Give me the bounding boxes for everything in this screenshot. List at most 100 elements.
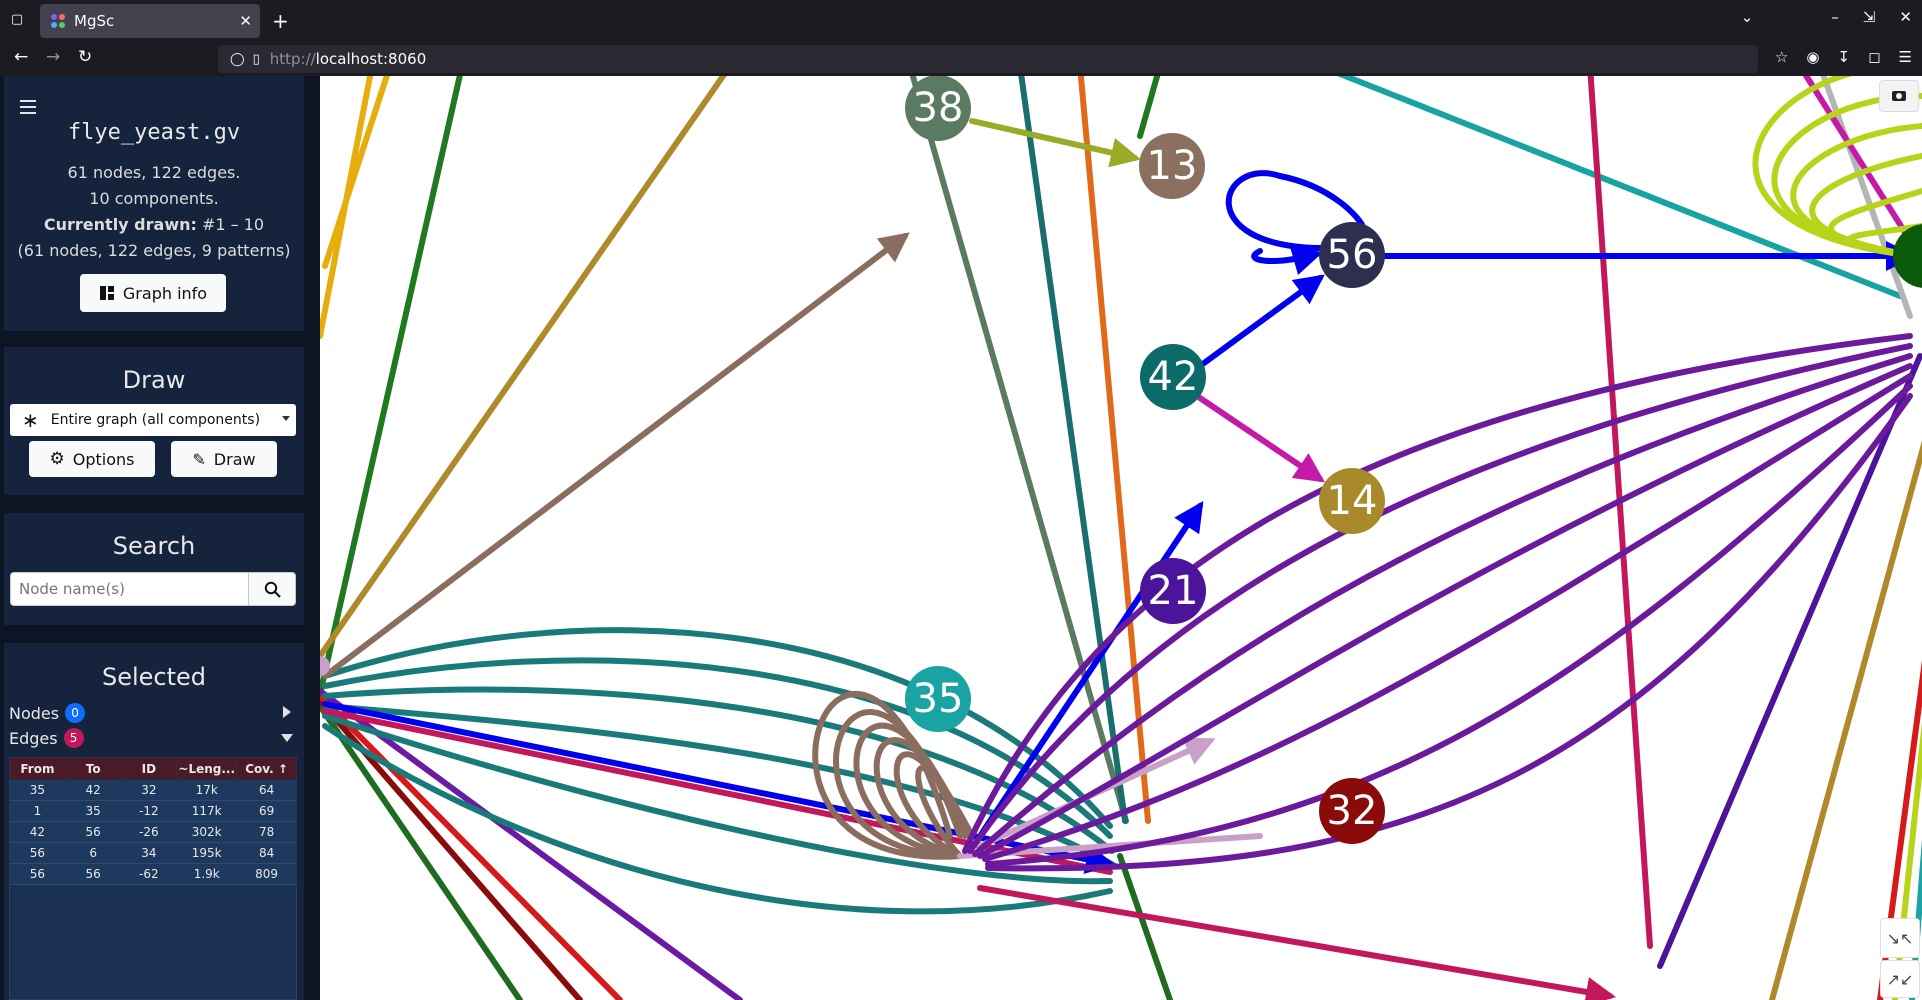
graph-edge[interactable] bbox=[320, 76, 730, 659]
camera-button[interactable] bbox=[1879, 80, 1919, 112]
graph-edge[interactable] bbox=[322, 76, 390, 269]
bookmark-star-icon[interactable]: ☆ bbox=[1775, 48, 1788, 66]
graph-edge-selected[interactable] bbox=[1197, 274, 1325, 369]
graph-canvas[interactable]: 38 13 56 42 14 21 35 32 bbox=[320, 76, 1922, 1000]
page-icon[interactable]: ▯ bbox=[253, 52, 260, 67]
graph-node[interactable]: 38 bbox=[905, 76, 971, 141]
extensions-icon[interactable]: ◻ bbox=[1868, 48, 1880, 66]
cell-to: 56 bbox=[65, 863, 122, 885]
graph-node[interactable]: 14 bbox=[1319, 468, 1385, 534]
back-icon[interactable]: ← bbox=[14, 47, 28, 67]
graph-node[interactable]: 56 bbox=[1319, 222, 1385, 288]
options-button-label: Options bbox=[72, 449, 135, 469]
options-button[interactable]: ⚙ Options bbox=[29, 441, 155, 477]
draw-button[interactable]: ✎ Draw bbox=[171, 441, 277, 477]
graph-stats: 61 nodes, 122 edges. bbox=[67, 163, 241, 182]
graph-node[interactable]: 13 bbox=[1139, 133, 1205, 199]
screenshot-icon[interactable]: ◉ bbox=[1806, 48, 1819, 66]
window-controls: ⌄ – ⇲ ✕ bbox=[1741, 8, 1912, 26]
minimize-icon[interactable]: – bbox=[1831, 8, 1839, 26]
search-button[interactable] bbox=[248, 572, 296, 606]
currently-drawn-label: Currently drawn: bbox=[43, 215, 197, 234]
chevron-down-icon[interactable]: ⌄ bbox=[1741, 8, 1754, 26]
table-row[interactable]: 1 35 -12 117k 69 bbox=[9, 800, 297, 822]
nav-bar: ← → ↻ ◯ ▯ http:// localhost:8060 ☆ ◉ ↧ ◻ … bbox=[0, 41, 1922, 76]
col-header-id[interactable]: ID bbox=[120, 757, 178, 780]
reload-icon[interactable]: ↻ bbox=[78, 47, 92, 67]
graph-edge[interactable] bbox=[969, 118, 1141, 168]
cell-coverage: 64 bbox=[236, 779, 297, 801]
table-row[interactable]: 56 6 34 195k 84 bbox=[9, 842, 297, 864]
shield-icon[interactable]: ◯ bbox=[230, 52, 245, 67]
collapse-edges-icon[interactable] bbox=[281, 734, 293, 742]
selected-nodes-count: 0 bbox=[65, 703, 86, 723]
cell-coverage: 69 bbox=[236, 800, 297, 822]
graph-edge[interactable] bbox=[320, 76, 463, 716]
browser-tab[interactable]: MgSc ✕ bbox=[40, 4, 260, 38]
table-row[interactable]: 42 56 -26 302k 78 bbox=[9, 821, 297, 843]
node-label: 21 bbox=[1148, 568, 1199, 614]
node-label: 35 bbox=[913, 676, 964, 722]
graph-edge[interactable] bbox=[985, 393, 1913, 872]
table-header-row: From To ID ~Leng... Cov. ↑ bbox=[9, 757, 297, 780]
tab-list-icon[interactable]: ▢ bbox=[8, 12, 26, 30]
graph-edge[interactable] bbox=[1018, 76, 1128, 824]
cell-from: 1 bbox=[9, 800, 66, 822]
currently-drawn: Currently drawn: #1 – 10 bbox=[4, 215, 304, 234]
graph-node[interactable]: 35 bbox=[905, 666, 971, 732]
hamburger-menu-icon[interactable] bbox=[20, 100, 36, 114]
cell-to: 56 bbox=[65, 821, 122, 843]
url-bar[interactable]: ◯ ▯ http:// localhost:8060 bbox=[218, 45, 1758, 73]
graph-edge[interactable] bbox=[1137, 76, 1161, 139]
node-label: 56 bbox=[1327, 232, 1378, 278]
forward-icon[interactable]: → bbox=[46, 47, 60, 67]
currently-drawn-value: #1 – 10 bbox=[201, 215, 265, 234]
col-header-from[interactable]: From bbox=[9, 757, 66, 780]
selected-nodes-row[interactable]: Nodes 0 bbox=[9, 703, 86, 723]
tab-bar: ▢ MgSc ✕ + ⌄ – ⇲ ✕ bbox=[0, 0, 1922, 41]
graph-node[interactable]: 21 bbox=[1140, 558, 1206, 624]
cell-from: 56 bbox=[9, 863, 66, 885]
node-label: 14 bbox=[1327, 478, 1378, 524]
cell-to: 6 bbox=[65, 842, 122, 864]
table-row[interactable]: 35 42 32 17k 64 bbox=[9, 779, 297, 801]
graph-edge[interactable] bbox=[1877, 396, 1922, 1000]
graph-edge[interactable] bbox=[1117, 853, 1173, 1000]
download-icon[interactable]: ↧ bbox=[1838, 48, 1851, 66]
select-caret-icon bbox=[282, 416, 290, 421]
cell-length: 1.9k bbox=[176, 863, 237, 885]
selected-edges-table: From To ID ~Leng... Cov. ↑ 35 42 32 17k … bbox=[9, 757, 297, 885]
col-header-coverage[interactable]: Cov. ↑ bbox=[236, 757, 297, 780]
url-protocol: http:// bbox=[269, 50, 316, 68]
graph-edge[interactable] bbox=[977, 885, 1616, 1000]
selected-edges-row[interactable]: Edges 5 bbox=[9, 728, 84, 748]
menu-icon[interactable]: ☰ bbox=[1899, 48, 1912, 66]
cell-from: 56 bbox=[9, 842, 66, 864]
graph-edge[interactable] bbox=[1197, 395, 1325, 483]
node-search-input[interactable] bbox=[10, 572, 248, 606]
table-row[interactable]: 56 56 -62 1.9k 809 bbox=[9, 863, 297, 885]
col-header-length[interactable]: ~Leng... bbox=[176, 757, 238, 780]
cell-length: 195k bbox=[176, 842, 237, 864]
expand-nodes-icon[interactable] bbox=[283, 706, 291, 718]
cell-id: -26 bbox=[121, 821, 177, 843]
search-panel bbox=[4, 513, 304, 625]
draw-scope-select[interactable]: ∗ Entire graph (all components) bbox=[10, 404, 296, 436]
close-window-icon[interactable]: ✕ bbox=[1899, 8, 1912, 26]
zoom-in-button[interactable]: ↘↖ bbox=[1880, 918, 1920, 958]
graph-edge[interactable] bbox=[322, 232, 910, 679]
col-header-to[interactable]: To bbox=[64, 757, 122, 780]
graph-edge[interactable] bbox=[1320, 76, 1903, 299]
graph-filename: flye_yeast.gv bbox=[67, 120, 241, 145]
graph-edge[interactable] bbox=[320, 703, 523, 1000]
close-tab-icon[interactable]: ✕ bbox=[239, 12, 252, 30]
graph-node[interactable]: 42 bbox=[1140, 344, 1206, 410]
graph-svg[interactable]: 38 13 56 42 14 21 35 32 bbox=[320, 76, 1922, 1000]
graph-node[interactable]: 32 bbox=[1319, 778, 1385, 844]
cell-to: 35 bbox=[65, 800, 122, 822]
graph-info-button[interactable]: Graph info bbox=[80, 274, 226, 312]
graph-edge-selected[interactable] bbox=[1251, 246, 1323, 276]
restore-icon[interactable]: ⇲ bbox=[1863, 8, 1876, 26]
new-tab-icon[interactable]: + bbox=[272, 9, 289, 33]
fit-view-button[interactable]: ↗↙ bbox=[1880, 960, 1920, 998]
